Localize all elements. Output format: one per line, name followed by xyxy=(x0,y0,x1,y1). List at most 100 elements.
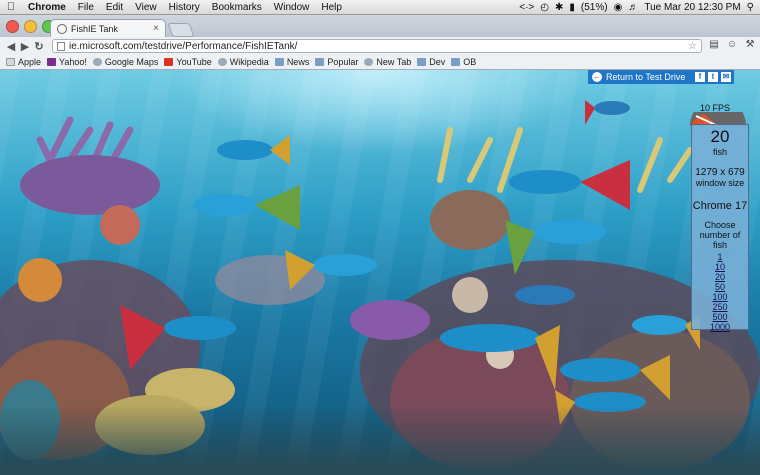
bookmark-popular[interactable]: Popular xyxy=(315,57,358,67)
facebook-icon[interactable]: f xyxy=(695,72,705,82)
profile-icon[interactable]: ☺ xyxy=(726,39,738,51)
menu-help[interactable]: Help xyxy=(315,2,348,13)
page-icon xyxy=(57,41,65,51)
folder-icon xyxy=(417,58,427,66)
bookmark-dev[interactable]: Dev xyxy=(417,57,445,67)
bookmark-star-icon[interactable]: ☆ xyxy=(688,41,697,52)
folder-icon xyxy=(451,58,461,66)
battery-percent[interactable]: (51%) xyxy=(581,2,608,13)
bookmark-label: Apple xyxy=(18,57,42,67)
bookmark-label: Wikipedia xyxy=(229,57,269,67)
address-bar[interactable]: ie.microsoft.com/testdrive/Performance/F… xyxy=(52,39,702,53)
menu-app-name[interactable]: Chrome xyxy=(22,2,72,13)
spotlight-icon[interactable]: ⚲ xyxy=(747,2,754,13)
bookmark-yahoo[interactable]: Yahoo! xyxy=(47,57,87,67)
fish-option-500[interactable]: 500 xyxy=(692,312,748,322)
globe-icon xyxy=(92,58,102,66)
twitter-icon[interactable]: t xyxy=(708,72,718,82)
choose-label: Choose number of fish xyxy=(699,220,741,250)
bookmark-youtube[interactable]: YouTube xyxy=(164,57,212,67)
yahoo-icon xyxy=(47,58,57,66)
mac-menu-bar:  Chrome File Edit View History Bookmark… xyxy=(0,0,760,15)
menu-file[interactable]: File xyxy=(72,2,100,13)
close-tab-icon[interactable]: × xyxy=(153,23,159,34)
fish-option-100[interactable]: 100 xyxy=(692,292,748,302)
window-size-label: window size xyxy=(695,178,745,188)
menu-history[interactable]: History xyxy=(163,2,206,13)
toolbar-extensions: ▤ ☺ ⚒ xyxy=(708,39,756,51)
menu-window[interactable]: Window xyxy=(268,2,316,13)
menu-extras: <·> ◴ ✱ ▮ (51%) ◉ ♬ Tue Mar 20 12:30 PM … xyxy=(519,2,760,13)
bookmark-label: New Tab xyxy=(376,57,412,67)
forward-icon[interactable]: ▶ xyxy=(18,40,32,53)
extension-icon[interactable]: ▤ xyxy=(708,39,720,51)
wrench-icon[interactable]: ⚒ xyxy=(744,39,756,51)
menu-clock[interactable]: Tue Mar 20 12:30 PM xyxy=(644,2,740,13)
folder-icon xyxy=(315,58,325,66)
bookmark-label: OB xyxy=(463,57,477,67)
new-tab-button[interactable] xyxy=(167,23,195,37)
code-icon[interactable]: <·> xyxy=(519,2,534,13)
close-window-icon[interactable] xyxy=(6,20,19,33)
browser-version: Chrome 17 xyxy=(692,200,748,212)
bookmark-label: Popular xyxy=(327,57,359,67)
return-to-test-drive-bar[interactable]: ← Return to Test Drive f t ✉ xyxy=(588,70,734,84)
back-icon[interactable]: ◀ xyxy=(4,40,18,53)
reload-icon[interactable]: ↻ xyxy=(32,40,46,53)
fish-option-1000[interactable]: 1000 xyxy=(692,322,748,332)
fish xyxy=(585,100,630,125)
window-size-value: 1279 x 679 xyxy=(695,167,745,178)
fish-option-50[interactable]: 50 xyxy=(692,282,748,292)
globe-icon xyxy=(364,58,374,66)
menu-bookmarks[interactable]: Bookmarks xyxy=(206,2,268,13)
window-controls xyxy=(6,20,55,33)
battery-icon[interactable]: ▮ xyxy=(569,2,575,13)
volume-icon[interactable]: ♬ xyxy=(628,2,638,13)
wifi-icon[interactable]: ◉ xyxy=(614,2,623,13)
tab-strip: FishIE Tank × xyxy=(0,15,760,37)
return-link[interactable]: Return to Test Drive xyxy=(606,72,695,82)
fish xyxy=(515,285,575,305)
globe-icon xyxy=(217,58,227,66)
back-arrow-icon: ← xyxy=(592,72,602,82)
bookmark-google-maps[interactable]: Google Maps xyxy=(92,57,158,67)
fish xyxy=(509,160,630,210)
time-machine-icon[interactable]: ◴ xyxy=(540,2,549,13)
fish-option-10[interactable]: 10 xyxy=(692,262,748,272)
fish-control-panel: 20 fish 1279 x 679 window size Chrome 17… xyxy=(691,124,749,332)
folder-icon xyxy=(274,58,284,66)
youtube-icon xyxy=(164,58,174,66)
url-text[interactable]: ie.microsoft.com/testdrive/Performance/F… xyxy=(69,41,297,52)
bookmark-wikipedia[interactable]: Wikipedia xyxy=(217,57,269,67)
menu-view[interactable]: View xyxy=(129,2,163,13)
fish-option-20[interactable]: 20 xyxy=(692,272,748,282)
bookmark-new-tab[interactable]: New Tab xyxy=(364,57,411,67)
ie-favicon-icon xyxy=(57,23,67,34)
bookmark-label: YouTube xyxy=(176,57,212,67)
sand-floor xyxy=(0,405,760,475)
fish-count-options: 1 10 20 50 100 250 500 1000 xyxy=(692,252,748,332)
fish-option-1[interactable]: 1 xyxy=(692,252,748,262)
fish-tank-canvas[interactable]: ← Return to Test Drive f t ✉ 10 FPS 20 f… xyxy=(0,70,760,475)
browser-toolbar: ◀ ▶ ↻ ie.microsoft.com/testdrive/Perform… xyxy=(0,37,760,55)
fish-option-250[interactable]: 250 xyxy=(692,302,748,312)
minimize-window-icon[interactable] xyxy=(24,20,37,33)
page-icon xyxy=(6,58,15,66)
bookmark-label: Yahoo! xyxy=(59,57,87,67)
fish-count: 20 xyxy=(710,127,730,146)
menu-edit[interactable]: Edit xyxy=(100,2,129,13)
bookmark-apple[interactable]: Apple xyxy=(6,57,41,67)
bookmark-label: Dev xyxy=(429,57,446,67)
tab-title: FishIE Tank xyxy=(71,23,118,34)
bookmark-label: News xyxy=(286,57,310,67)
apple-menu-icon[interactable]:  xyxy=(0,1,22,13)
fish xyxy=(193,185,300,230)
fish xyxy=(217,135,290,165)
fish-label: fish xyxy=(712,147,727,157)
tab-fishie-tank[interactable]: FishIE Tank × xyxy=(50,19,166,37)
email-icon[interactable]: ✉ xyxy=(721,72,731,82)
bookmark-ob[interactable]: OB xyxy=(451,57,476,67)
bluetooth-icon[interactable]: ✱ xyxy=(555,2,563,13)
bookmark-news[interactable]: News xyxy=(274,57,310,67)
bookmarks-bar: Apple Yahoo! Google Maps YouTube Wikiped… xyxy=(0,55,760,70)
